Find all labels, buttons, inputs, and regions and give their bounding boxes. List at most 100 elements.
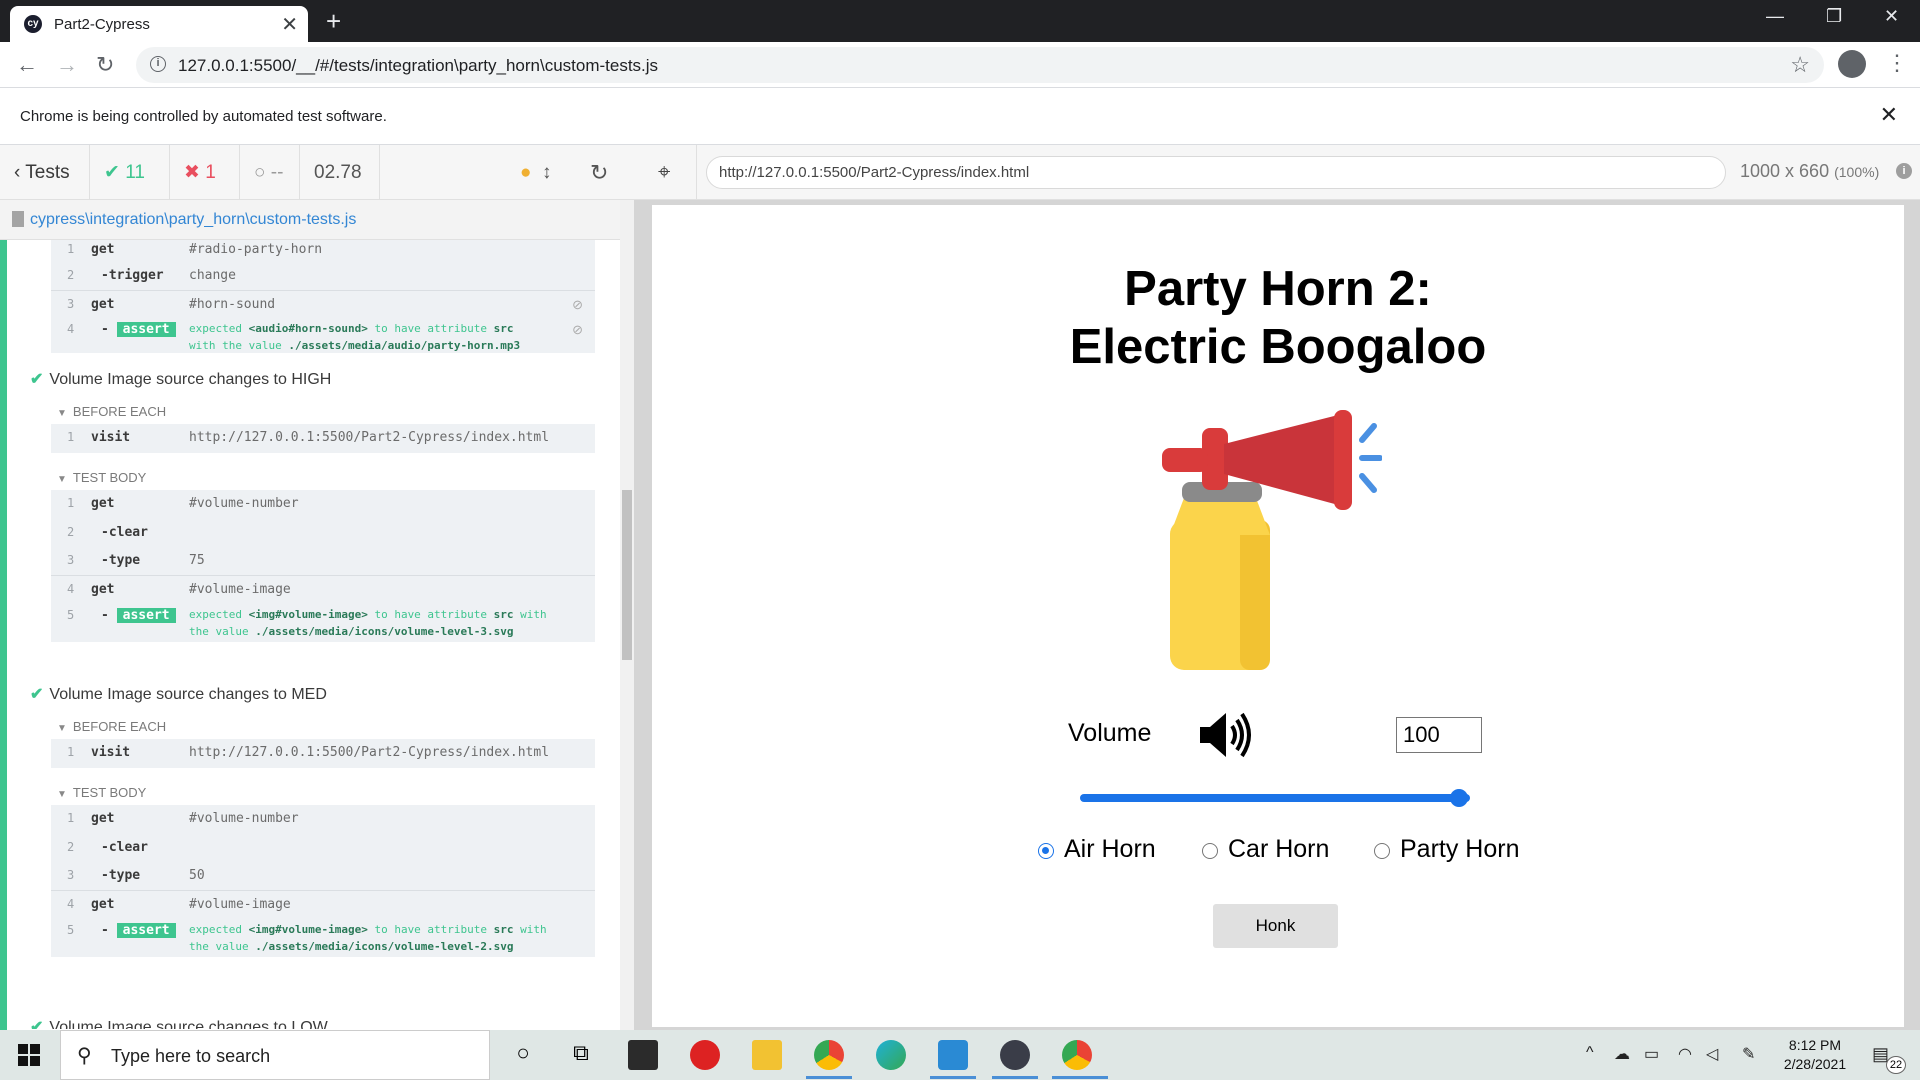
pass-indicator-bar [0, 240, 7, 1030]
command-row[interactable]: 1 visit http://127.0.0.1:5500/Part2-Cypr… [51, 424, 595, 452]
command-row[interactable]: 3 -type 50 [51, 862, 595, 890]
assert-row[interactable]: 4 - assert expected <audio#horn-sound> t… [51, 316, 595, 352]
test-title[interactable]: ✔ Volume Image source changes to LOW [30, 1017, 328, 1029]
command-number: 2 [67, 525, 75, 539]
command-row[interactable]: 4 get #volume-image [51, 891, 595, 919]
viewport-info-icon[interactable]: i [1896, 163, 1912, 179]
command-value: #volume-image [189, 582, 291, 597]
vscode-icon[interactable] [938, 1040, 968, 1070]
window-close-icon[interactable]: ✕ [1884, 6, 1899, 27]
auto-scroll-icon[interactable]: ↕ [542, 145, 552, 200]
command-number: 2 [67, 268, 75, 282]
command-row[interactable]: 4 get #volume-image [51, 576, 595, 604]
address-bar[interactable]: i 127.0.0.1:5500/__/#/tests/integration\… [136, 47, 1824, 83]
chrome-active-icon[interactable] [1062, 1040, 1092, 1070]
hook-label: BEFORE EACH [72, 719, 167, 734]
store-icon[interactable] [628, 1040, 658, 1070]
hook-test-body[interactable]: ▼ TEST BODY [57, 785, 146, 800]
taskbar-clock[interactable]: 8:12 PM 2/28/2021 [1770, 1036, 1860, 1074]
pen-icon[interactable]: ✎ [1742, 1044, 1755, 1064]
command-number: 1 [67, 496, 75, 510]
title-bar: cy Part2-Cypress ✕ + — ❐ ✕ [0, 0, 1920, 42]
bookmark-star-icon[interactable]: ☆ [1790, 52, 1810, 78]
command-row[interactable]: 2 -trigger change [51, 262, 595, 290]
running-indicator [1052, 1076, 1108, 1079]
reload-icon[interactable]: ↻ [96, 52, 114, 78]
selector-playground-crosshair-icon[interactable]: ⌖ [658, 159, 670, 185]
chrome-icon[interactable] [814, 1040, 844, 1070]
reporter-scroll-thumb[interactable] [622, 490, 632, 660]
command-number: 1 [67, 745, 75, 759]
restore-icon[interactable]: ❐ [1826, 6, 1842, 27]
tests-back-button[interactable]: ‹ Tests [0, 145, 90, 200]
command-row[interactable]: 3 -type 75 [51, 547, 595, 575]
onedrive-icon[interactable]: ☁ [1614, 1044, 1630, 1064]
infobar-close-icon[interactable]: ✕ [1880, 102, 1898, 128]
test-title[interactable]: ✔ Volume Image source changes to MED [30, 684, 327, 704]
clock-date: 2/28/2021 [1783, 1056, 1847, 1072]
back-icon[interactable]: ← [16, 52, 38, 78]
cortana-icon[interactable]: ○ [508, 1040, 538, 1070]
pending-circle-icon: ○ [254, 162, 266, 183]
minimize-icon[interactable]: — [1766, 6, 1784, 27]
pass-check-icon: ✔ [30, 1019, 44, 1029]
volume-slider-thumb[interactable] [1450, 789, 1468, 807]
viewport-dimensions: 1000 x 660 (100%) [1740, 161, 1879, 182]
rerun-icon[interactable]: ↻ [590, 145, 608, 200]
edge-icon[interactable] [876, 1040, 906, 1070]
spec-path-link[interactable]: cypress\integration\party_horn\custom-te… [30, 211, 356, 229]
failed-number: 1 [205, 162, 216, 183]
command-block: 1 visit http://127.0.0.1:5500/Part2-Cypr… [51, 424, 595, 453]
assert-row[interactable]: 5 - assert expected <img#volume-image> t… [51, 917, 595, 955]
command-row[interactable]: 3 get #horn-sound ⊘ [51, 291, 595, 319]
command-block: 1 get #volume-number 2 -clear 3 -type 50… [51, 805, 595, 957]
new-tab-button[interactable]: + [326, 6, 341, 37]
site-info-icon[interactable]: i [150, 56, 166, 72]
collapse-triangle-icon: ▼ [57, 723, 67, 734]
hook-before-each[interactable]: ▼ BEFORE EACH [57, 404, 166, 419]
radio-button[interactable] [1374, 843, 1390, 859]
honk-button[interactable]: Honk [1213, 904, 1338, 948]
assert-row[interactable]: 5 - assert expected <img#volume-image> t… [51, 602, 595, 640]
aut-url-field[interactable]: http://127.0.0.1:5500/Part2-Cypress/inde… [706, 156, 1726, 189]
windows-start-icon[interactable] [18, 1044, 40, 1066]
tray-chevron-up-icon[interactable]: ^ [1586, 1044, 1594, 1062]
tab-close-icon[interactable]: ✕ [281, 12, 298, 37]
command-row[interactable]: 1 visit http://127.0.0.1:5500/Part2-Cypr… [51, 739, 595, 767]
task-view-icon[interactable]: ⧉ [566, 1040, 596, 1070]
command-name: get [91, 242, 115, 257]
hook-test-body[interactable]: ▼ TEST BODY [57, 470, 146, 485]
command-row[interactable]: 1 get #volume-number [51, 490, 595, 518]
wifi-icon[interactable]: ◠ [1678, 1044, 1692, 1064]
volume-slider-track[interactable] [1080, 794, 1470, 802]
hook-label: TEST BODY [72, 470, 147, 485]
command-value: http://127.0.0.1:5500/Part2-Cypress/inde… [189, 745, 550, 760]
cypress-icon[interactable] [1000, 1040, 1030, 1070]
profile-avatar-icon[interactable] [1838, 50, 1866, 78]
speaker-icon[interactable]: ◁ [1706, 1044, 1718, 1064]
command-row[interactable]: 2 -clear [51, 519, 595, 547]
taskbar-search-box[interactable]: ⚲ Type here to search [60, 1030, 490, 1080]
test-title-text: Volume Image source changes to MED [49, 686, 327, 703]
radio-button-checked[interactable] [1038, 843, 1054, 859]
radio-button[interactable] [1202, 843, 1218, 859]
command-row[interactable]: 1 get #volume-number [51, 805, 595, 833]
test-title[interactable]: ✔ Volume Image source changes to HIGH [30, 369, 331, 389]
reporter-stats-bar: ‹ Tests ✔ 11 ✖ 1 ○ -- 02.78 ● ↕ ↻ [0, 145, 634, 200]
command-row[interactable]: 2 -clear [51, 834, 595, 862]
hook-before-each[interactable]: ▼ BEFORE EACH [57, 719, 166, 734]
command-row[interactable]: 1 get #radio-party-horn [51, 236, 595, 264]
forward-icon[interactable]: → [56, 52, 78, 78]
volume-number-input[interactable]: 100 [1396, 717, 1482, 753]
command-value: 75 [189, 553, 205, 568]
address-url[interactable]: 127.0.0.1:5500/__/#/tests/integration\pa… [178, 56, 658, 76]
command-number: 3 [67, 297, 75, 311]
battery-icon[interactable]: ▭ [1644, 1044, 1659, 1064]
app-under-test: Party Horn 2: Electric Boogaloo Volume 1… [652, 205, 1904, 1027]
among-us-icon[interactable] [690, 1040, 720, 1070]
chevron-left-icon: ‹ [14, 162, 21, 183]
pending-count: ○ -- [240, 145, 300, 200]
file-explorer-icon[interactable] [752, 1040, 782, 1070]
chrome-menu-icon[interactable]: ⋮ [1886, 50, 1908, 76]
browser-tab[interactable]: cy Part2-Cypress ✕ [10, 6, 308, 42]
